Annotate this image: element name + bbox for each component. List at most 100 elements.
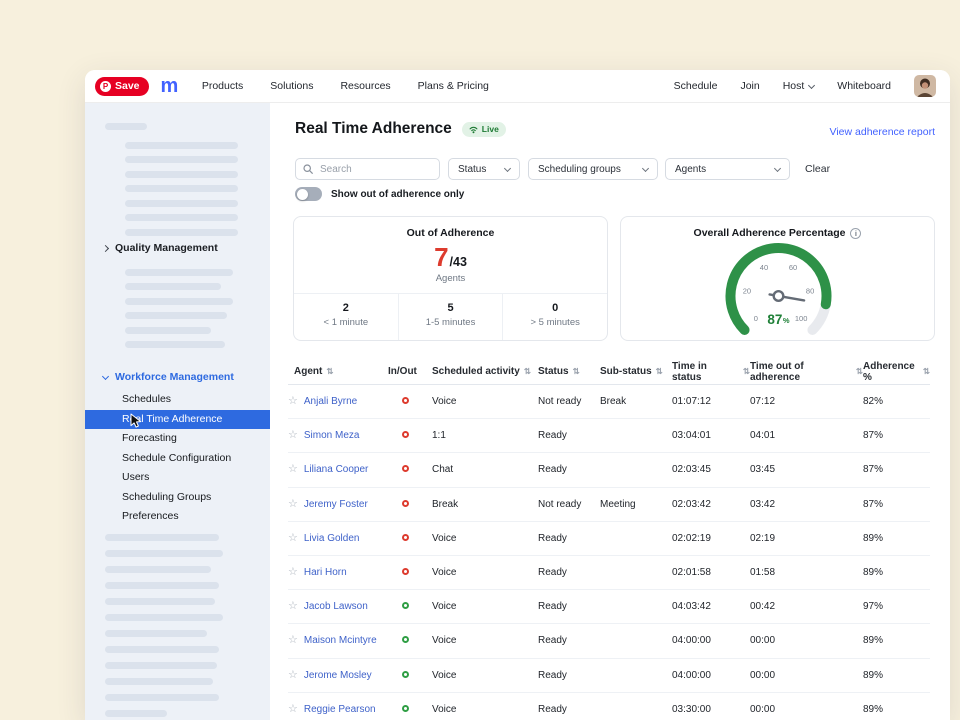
star-icon[interactable]: ☆ (288, 635, 298, 646)
agent-link[interactable]: Jacob Lawson (304, 601, 368, 612)
filter-bar: Status Scheduling groups Agents Clear (270, 158, 950, 180)
toggle-row: Show out of adherence only (295, 187, 464, 201)
cell-scheduled-activity: Voice (432, 567, 538, 578)
skeleton-bar (125, 327, 211, 334)
breakdown-label: 1-5 minutes (399, 317, 503, 328)
sidebar-item-forecasting[interactable]: Forecasting (85, 429, 270, 449)
agent-link[interactable]: Liliana Cooper (304, 464, 369, 475)
nav-item-whiteboard[interactable]: Whiteboard (837, 80, 891, 92)
star-icon[interactable]: ☆ (288, 396, 298, 407)
column-header-scheduled-activity[interactable]: Scheduled activity⇅ (432, 366, 538, 377)
star-icon[interactable]: ☆ (288, 499, 298, 510)
cell-adherence: 82% (863, 396, 930, 407)
breakdown-stat: 0> 5 minutes (502, 294, 607, 340)
miro-logo[interactable]: m (161, 76, 178, 96)
star-icon[interactable]: ☆ (288, 704, 298, 715)
nav-item-plans-pricing[interactable]: Plans & Pricing (418, 80, 489, 92)
column-header-status[interactable]: Status⇅ (538, 366, 600, 377)
cell-time-out-of-adherence: 00:00 (750, 704, 863, 715)
column-label: Agent (294, 366, 322, 377)
agent-link[interactable]: Simon Meza (304, 430, 360, 441)
agents-filter[interactable]: Agents (665, 158, 790, 180)
nav-item-products[interactable]: Products (202, 80, 243, 92)
sort-icon[interactable]: ⇅ (743, 367, 750, 376)
sidebar-section-quality-management[interactable]: Quality Management (103, 242, 218, 254)
cell-time-in-status: 04:00:00 (672, 635, 750, 646)
agent-link[interactable]: Jerome Mosley (304, 670, 372, 681)
nav-item-schedule[interactable]: Schedule (674, 80, 718, 92)
sidebar-section-workforce-management[interactable]: Workforce Management (103, 371, 234, 383)
cell-time-out-of-adherence: 00:00 (750, 670, 863, 681)
sort-icon[interactable]: ⇅ (326, 367, 333, 376)
overall-adherence-card-title: Overall Adherence Percentage (621, 227, 934, 239)
chevron-down-icon (774, 164, 781, 171)
table-row: ☆Simon Meza1:1Ready03:04:0104:0187% (288, 419, 930, 453)
clear-filters-button[interactable]: Clear (805, 158, 830, 180)
sidebar-item-preferences[interactable]: Preferences (85, 507, 270, 527)
table-row: ☆Maison McintyreVoiceReady04:00:0000:008… (288, 624, 930, 658)
sort-icon[interactable]: ⇅ (573, 367, 580, 376)
sidebar-item-users[interactable]: Users (85, 468, 270, 488)
sidebar-item-real-time-adherence[interactable]: Real Time Adherence (85, 410, 270, 430)
nav-item-join[interactable]: Join (740, 80, 759, 92)
view-adherence-report-link[interactable]: View adherence report (830, 126, 935, 138)
star-icon[interactable]: ☆ (288, 464, 298, 475)
cell-scheduled-activity: Voice (432, 635, 538, 646)
out-of-adherence-toggle[interactable] (295, 187, 322, 201)
star-icon[interactable]: ☆ (288, 670, 298, 681)
agent-cell: ☆ Jerome Mosley (288, 670, 388, 681)
cell-time-in-status: 04:03:42 (672, 601, 750, 612)
scheduling-groups-filter[interactable]: Scheduling groups (528, 158, 658, 180)
cell-scheduled-activity: 1:1 (432, 430, 538, 441)
search-input[interactable] (295, 158, 440, 180)
star-icon[interactable]: ☆ (288, 533, 298, 544)
agent-link[interactable]: Maison Mcintyre (304, 635, 377, 646)
sidebar-item-scheduling-groups[interactable]: Scheduling Groups (85, 488, 270, 508)
agent-link[interactable]: Jeremy Foster (304, 499, 368, 510)
agent-link[interactable]: Livia Golden (304, 533, 360, 544)
agent-link[interactable]: Anjali Byrne (304, 396, 357, 407)
cell-status: Not ready (538, 499, 600, 510)
inout-indicator-in (402, 602, 409, 609)
cell-time-out-of-adherence: 02:19 (750, 533, 863, 544)
column-header-agent[interactable]: Agent ⇅ (288, 366, 388, 377)
breakdown-stat: 51-5 minutes (398, 294, 503, 340)
star-icon[interactable]: ☆ (288, 567, 298, 578)
star-icon[interactable]: ☆ (288, 430, 298, 441)
table-row: ☆Reggie PearsonVoiceReady03:30:0000:0089… (288, 693, 930, 720)
skeleton-bar (105, 614, 223, 621)
sidebar-item-schedule-configuration[interactable]: Schedule Configuration (85, 449, 270, 469)
inout-indicator-out (402, 465, 409, 472)
chevron-down-icon (504, 164, 511, 171)
column-header-time-in-status[interactable]: Time in status⇅ (672, 361, 750, 383)
nav-item-resources[interactable]: Resources (340, 80, 390, 92)
status-filter[interactable]: Status (448, 158, 520, 180)
agent-link[interactable]: Reggie Pearson (304, 704, 376, 715)
info-icon[interactable] (850, 228, 861, 239)
column-header-time-out-of-adherence[interactable]: Time out of adherence⇅ (750, 361, 863, 383)
nav-item-solutions[interactable]: Solutions (270, 80, 313, 92)
search-icon (303, 164, 313, 174)
table-row: ☆Hari HornVoiceReady02:01:5801:5889% (288, 556, 930, 590)
column-header-adherence[interactable]: Adherence %⇅ (863, 361, 930, 383)
sidebar-item-schedules[interactable]: Schedules (85, 390, 270, 410)
agent-link[interactable]: Hari Horn (304, 567, 347, 578)
sort-icon[interactable]: ⇅ (656, 367, 663, 376)
sort-icon[interactable]: ⇅ (524, 367, 531, 376)
cell-scheduled-activity: Voice (432, 533, 538, 544)
sort-icon[interactable]: ⇅ (856, 367, 863, 376)
gauge-value: 87% (767, 312, 790, 327)
app-window: P Save m Products Solutions Resources Plans… (85, 70, 950, 720)
cell-status: Ready (538, 567, 600, 578)
column-header-sub-status[interactable]: Sub-status⇅ (600, 366, 672, 377)
sort-icon[interactable]: ⇅ (923, 367, 930, 376)
pinterest-save-button[interactable]: P Save (95, 77, 149, 96)
agent-cell: ☆ Reggie Pearson (288, 704, 388, 715)
cell-adherence: 89% (863, 704, 930, 715)
scheduling-groups-filter-label: Scheduling groups (538, 164, 621, 175)
avatar[interactable] (914, 75, 936, 97)
star-icon[interactable]: ☆ (288, 601, 298, 612)
cell-time-out-of-adherence: 03:45 (750, 464, 863, 475)
nav-item-host[interactable]: Host (783, 80, 815, 92)
cell-status: Ready (538, 704, 600, 715)
